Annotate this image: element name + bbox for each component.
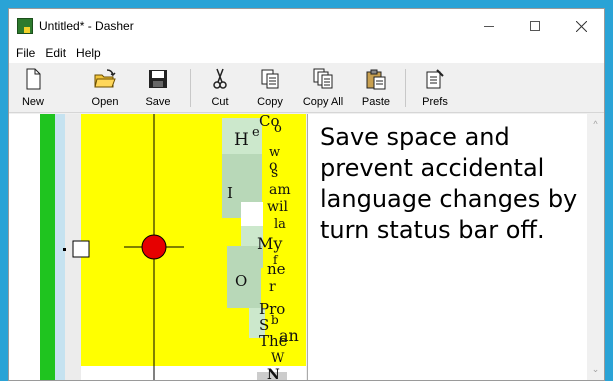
toolbar-separator: [405, 69, 406, 107]
preferences-icon: [426, 69, 444, 89]
dasher-letter: I: [227, 184, 233, 202]
close-button[interactable]: [558, 9, 604, 43]
maximize-icon: [530, 21, 540, 31]
scissors-icon: [213, 68, 227, 89]
toolbar-separator: [190, 69, 191, 107]
toolbar: New Open Save Cut Copy Copy All Paste Pr…: [9, 63, 604, 113]
output-text: Save space and prevent accidental langua…: [320, 123, 578, 244]
dasher-app-icon: [17, 18, 33, 34]
scroll-down-icon[interactable]: ⌄: [591, 365, 600, 374]
dasher-letter: la: [274, 217, 286, 232]
maximize-button[interactable]: [512, 9, 558, 43]
dasher-letter: O: [235, 272, 248, 290]
menu-edit[interactable]: Edit: [40, 46, 71, 60]
dasher-letter: b: [271, 313, 279, 327]
vertical-scrollbar[interactable]: ^ ⌄: [587, 114, 604, 380]
dasher-letter: an: [279, 326, 299, 345]
new-button[interactable]: New: [15, 65, 51, 109]
open-button[interactable]: Open: [87, 65, 123, 109]
text-output-area[interactable]: Save space and prevent accidental langua…: [307, 114, 587, 380]
minimize-button[interactable]: [466, 9, 512, 43]
dasher-letter: o: [274, 121, 282, 136]
dasher-letter: am: [269, 182, 291, 198]
copy-button[interactable]: Copy: [253, 65, 287, 109]
save-button[interactable]: Save: [141, 65, 175, 109]
prefs-label: Prefs: [422, 96, 448, 108]
minimize-icon: [484, 25, 494, 27]
dasher-letter: wil: [267, 199, 288, 215]
save-disk-icon: [149, 70, 167, 88]
prefs-button[interactable]: Prefs: [418, 65, 452, 109]
scroll-up-icon[interactable]: ^: [591, 120, 600, 129]
dasher-letter: S: [259, 316, 270, 334]
save-label: Save: [145, 96, 171, 108]
menu-help[interactable]: Help: [71, 46, 106, 60]
cut-button[interactable]: Cut: [205, 65, 235, 109]
copy-all-button[interactable]: Copy All: [299, 65, 347, 109]
dasher-letter: N: [267, 367, 280, 381]
paste-clipboard-icon: [366, 69, 386, 90]
new-label: New: [21, 96, 44, 108]
open-folder-icon: [94, 69, 116, 88]
copy-label: Copy: [257, 96, 283, 108]
menu-bar: File Edit Help: [9, 43, 604, 63]
close-icon: [575, 20, 587, 32]
menu-file[interactable]: File: [11, 46, 40, 60]
cut-label: Cut: [211, 96, 229, 108]
dasher-letter: W: [271, 351, 285, 366]
copy-icon: [261, 69, 279, 89]
dasher-canvas[interactable]: H e Co w o o s am I wil la My f ne O r P…: [9, 114, 306, 381]
dasher-letter: ne: [267, 260, 286, 278]
paste-button[interactable]: Paste: [359, 65, 393, 109]
copy-all-icon: [313, 68, 333, 89]
dasher-window: Untitled* - Dasher File Edit Help New Op…: [8, 8, 605, 381]
paste-label: Paste: [361, 96, 391, 108]
new-file-icon: [26, 68, 41, 90]
window-title: Untitled* - Dasher: [39, 19, 134, 33]
dasher-letter: H: [234, 130, 249, 150]
dasher-letter: r: [269, 279, 276, 295]
dasher-letter: My: [257, 234, 283, 253]
title-bar: Untitled* - Dasher: [9, 9, 604, 43]
copy-all-label: Copy All: [302, 96, 344, 108]
dasher-letter: s: [271, 165, 279, 181]
open-label: Open: [91, 96, 119, 108]
